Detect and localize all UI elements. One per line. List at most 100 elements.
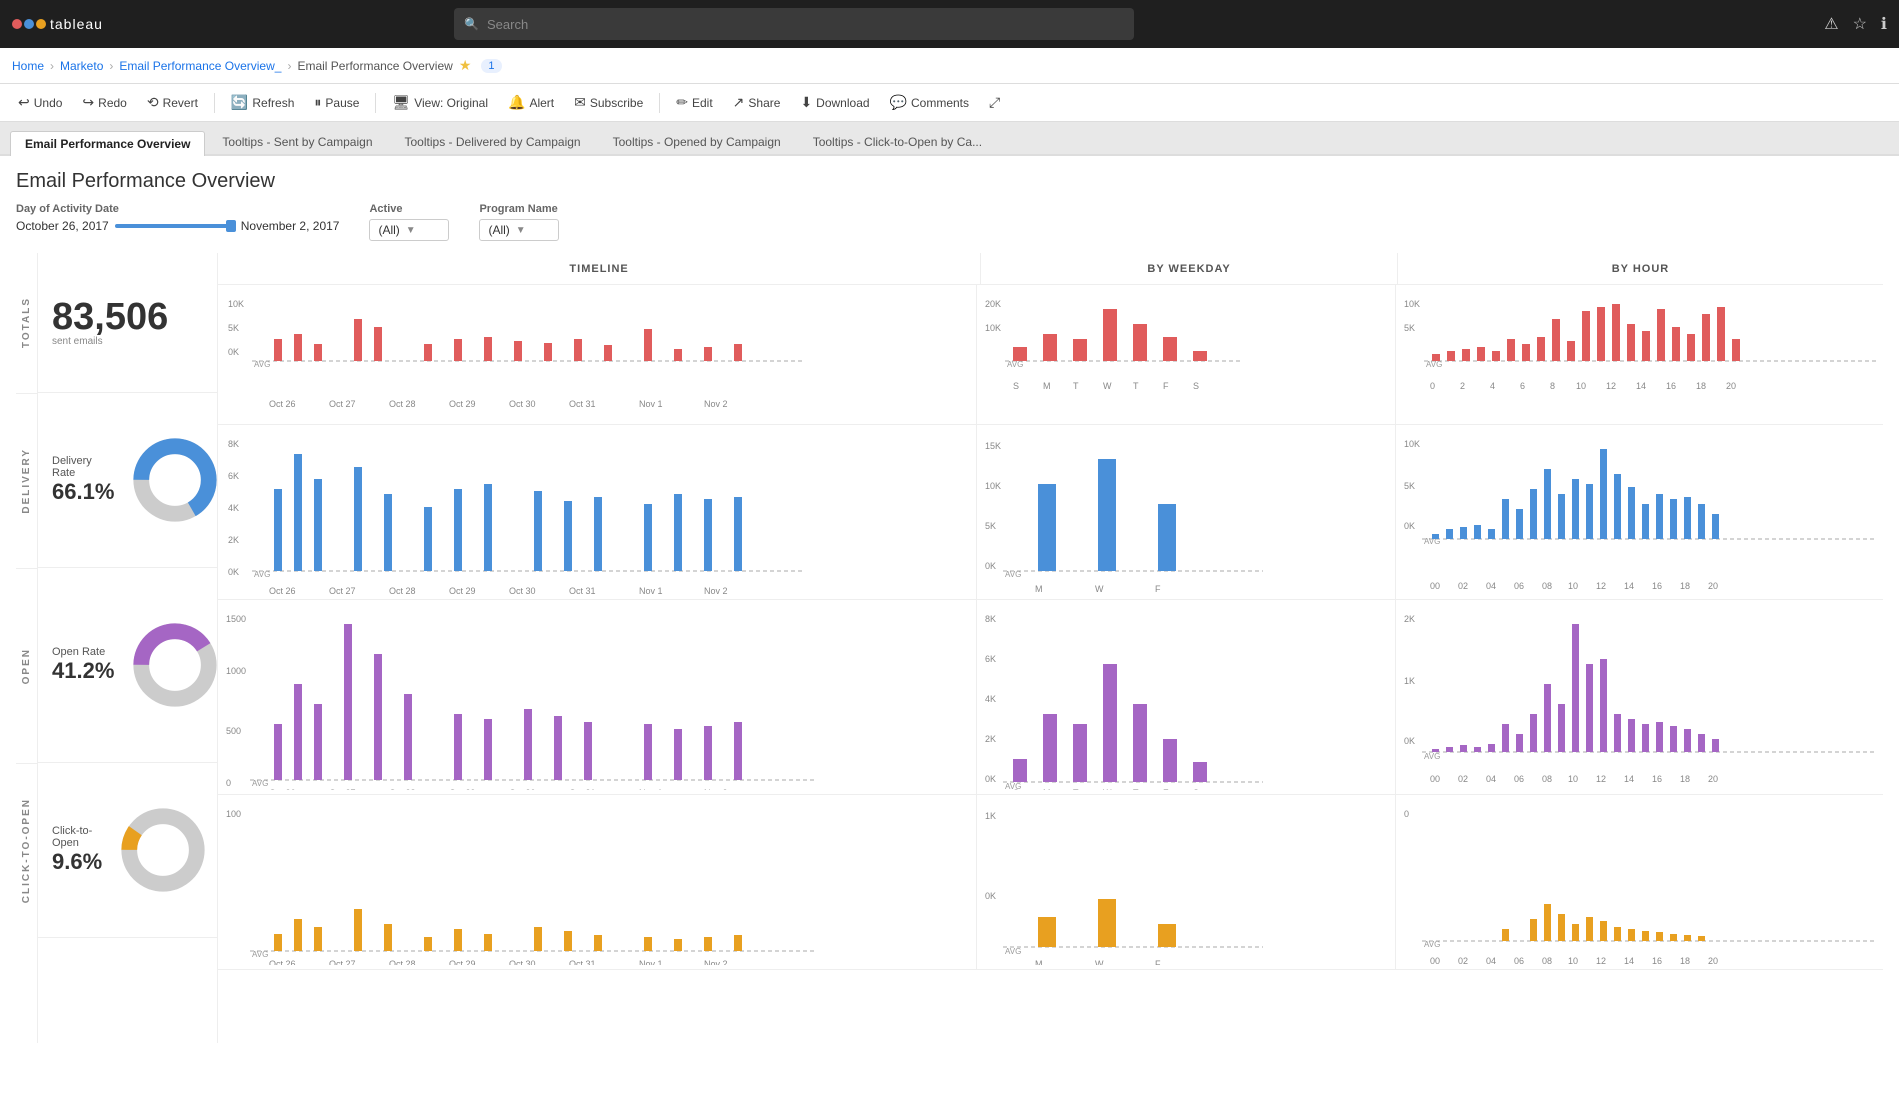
logo-circle-orange <box>36 19 46 29</box>
open-hour-svg: 2K 1K 0K AVG <box>1402 604 1877 790</box>
fit-button[interactable]: ⤢ <box>981 90 1008 115</box>
svg-text:Oct 27: Oct 27 <box>329 399 356 409</box>
svg-text:00: 00 <box>1430 581 1440 591</box>
breadcrumb-home[interactable]: Home <box>12 59 44 73</box>
svg-text:00: 00 <box>1430 956 1440 965</box>
svg-text:Oct 28: Oct 28 <box>389 959 416 965</box>
tab-delivered-by-campaign[interactable]: Tooltips - Delivered by Campaign <box>390 129 596 154</box>
totals-hour-svg: 10K 5K AVG <box>1402 289 1877 420</box>
page-title: Email Performance Overview <box>16 170 1883 193</box>
tab-email-performance-overview[interactable]: Email Performance Overview <box>10 131 205 156</box>
refresh-button[interactable]: 🔄 Refresh <box>223 90 302 115</box>
click-metric: Click-to-Open 9.6% <box>38 763 217 938</box>
filter-date-range[interactable]: October 26, 2017 November 2, 2017 <box>16 219 339 233</box>
breadcrumb-sep-3: › <box>287 59 291 73</box>
chevron-down-icon: ▼ <box>406 225 416 236</box>
filter-program-name: Program Name (All) ▼ <box>479 203 559 241</box>
svg-text:14: 14 <box>1636 381 1646 391</box>
revert-button[interactable]: ⟲ Revert <box>139 90 206 115</box>
logo-shapes <box>12 19 46 29</box>
filters-row: Day of Activity Date October 26, 2017 No… <box>16 203 1883 241</box>
breadcrumb-overview-link[interactable]: Email Performance Overview_ <box>119 59 281 73</box>
toolbar-sep-2 <box>375 93 376 113</box>
filter-program-select[interactable]: (All) ▼ <box>479 219 559 241</box>
comments-button[interactable]: 💬 Comments <box>882 90 977 115</box>
svg-text:0K: 0K <box>985 561 996 571</box>
svg-text:0: 0 <box>1404 809 1409 819</box>
weekday-header-label: BY WEEKDAY <box>1147 259 1230 279</box>
click-weekday-svg: 1K 0K AVG M W F <box>983 799 1390 965</box>
svg-text:8K: 8K <box>985 614 996 624</box>
tab-opened-by-campaign[interactable]: Tooltips - Opened by Campaign <box>598 129 796 154</box>
breadcrumb-favorite-star[interactable]: ★ <box>459 57 472 74</box>
svg-text:8: 8 <box>1550 381 1555 391</box>
info-icon[interactable]: ℹ <box>1881 14 1887 34</box>
svg-text:Nov 1: Nov 1 <box>639 586 663 595</box>
filter-active-value: (All) <box>378 223 399 237</box>
pause-button[interactable]: ⏸ Pause <box>306 90 367 115</box>
hour-header-label: BY HOUR <box>1612 259 1670 279</box>
svg-text:0K: 0K <box>228 347 239 357</box>
undo-button[interactable]: ↩ Undo <box>10 90 70 115</box>
filter-active-label: Active <box>369 203 449 215</box>
view-original-button[interactable]: 🖥 View: Original <box>384 90 496 115</box>
svg-text:Oct 31: Oct 31 <box>569 586 596 595</box>
subscribe-button[interactable]: ✉ Subscribe <box>566 90 651 115</box>
svg-text:Nov 2: Nov 2 <box>704 959 728 965</box>
redo-button[interactable]: ↪ Redo <box>74 90 134 115</box>
delivery-donut <box>130 435 220 525</box>
svg-text:Nov 1: Nov 1 <box>639 788 663 790</box>
svg-text:W: W <box>1095 584 1104 594</box>
svg-text:14: 14 <box>1624 774 1634 784</box>
delivery-section-label-cell: DELIVERY <box>16 393 37 568</box>
svg-text:12: 12 <box>1596 581 1606 591</box>
chevron-down-icon-2: ▼ <box>516 225 526 236</box>
filter-slider[interactable] <box>115 224 235 228</box>
svg-text:S: S <box>1013 788 1019 790</box>
svg-text:500: 500 <box>226 726 241 736</box>
svg-text:10K: 10K <box>1404 299 1420 309</box>
click-timeline-svg: 100 AVG <box>224 799 970 965</box>
svg-text:Oct 27: Oct 27 <box>329 959 356 965</box>
click-rate-value: 9.6% <box>52 849 102 875</box>
search-bar[interactable]: 🔍 <box>454 8 1134 40</box>
filter-program-label: Program Name <box>479 203 559 215</box>
open-weekday-chart: 8K 6K 4K 2K 0K AVG S <box>977 600 1397 794</box>
edit-button[interactable]: ✏ Edit <box>668 90 720 115</box>
breadcrumb-count: 1 <box>481 59 501 73</box>
filter-active-select[interactable]: (All) ▼ <box>369 219 449 241</box>
tab-click-to-open[interactable]: Tooltips - Click-to-Open by Ca... <box>798 129 997 154</box>
star-icon[interactable]: ☆ <box>1853 14 1867 34</box>
tab-sent-by-campaign[interactable]: Tooltips - Sent by Campaign <box>207 129 387 154</box>
svg-text:20: 20 <box>1726 381 1736 391</box>
svg-text:12: 12 <box>1606 381 1616 391</box>
pause-icon: ⏸ <box>314 94 321 111</box>
timeline-header: TIMELINE <box>218 253 981 284</box>
svg-text:8K: 8K <box>228 439 239 449</box>
download-button[interactable]: ⬇ Download <box>792 90 877 115</box>
breadcrumb-current: Email Performance Overview <box>297 59 452 73</box>
svg-text:Oct 30: Oct 30 <box>509 586 536 595</box>
open-weekday-svg: 8K 6K 4K 2K 0K AVG S <box>983 604 1390 790</box>
timeline-header-label: TIMELINE <box>569 259 628 279</box>
revert-label: Revert <box>163 96 198 110</box>
alert-button[interactable]: 🔔 Alert <box>500 90 562 115</box>
svg-text:T: T <box>1073 788 1079 790</box>
share-label: Share <box>748 96 780 110</box>
share-button[interactable]: ↗ Share <box>725 90 789 115</box>
alert-icon[interactable]: ⚠ <box>1824 14 1838 34</box>
svg-text:0K: 0K <box>1404 521 1415 531</box>
svg-text:Nov 2: Nov 2 <box>704 788 728 790</box>
svg-text:16: 16 <box>1652 774 1662 784</box>
svg-text:00: 00 <box>1430 774 1440 784</box>
open-rate-value: 41.2% <box>52 658 114 684</box>
open-metric-text: Open Rate 41.2% <box>52 646 114 684</box>
search-input[interactable] <box>487 17 1124 32</box>
breadcrumb-marketo[interactable]: Marketo <box>60 59 103 73</box>
delivery-timeline-svg: 8K 6K 4K 2K 0K AVG <box>224 429 970 595</box>
svg-text:Oct 26: Oct 26 <box>269 788 296 790</box>
svg-text:Oct 28: Oct 28 <box>389 586 416 595</box>
svg-text:14: 14 <box>1624 581 1634 591</box>
svg-text:12: 12 <box>1596 956 1606 965</box>
svg-text:18: 18 <box>1680 581 1690 591</box>
